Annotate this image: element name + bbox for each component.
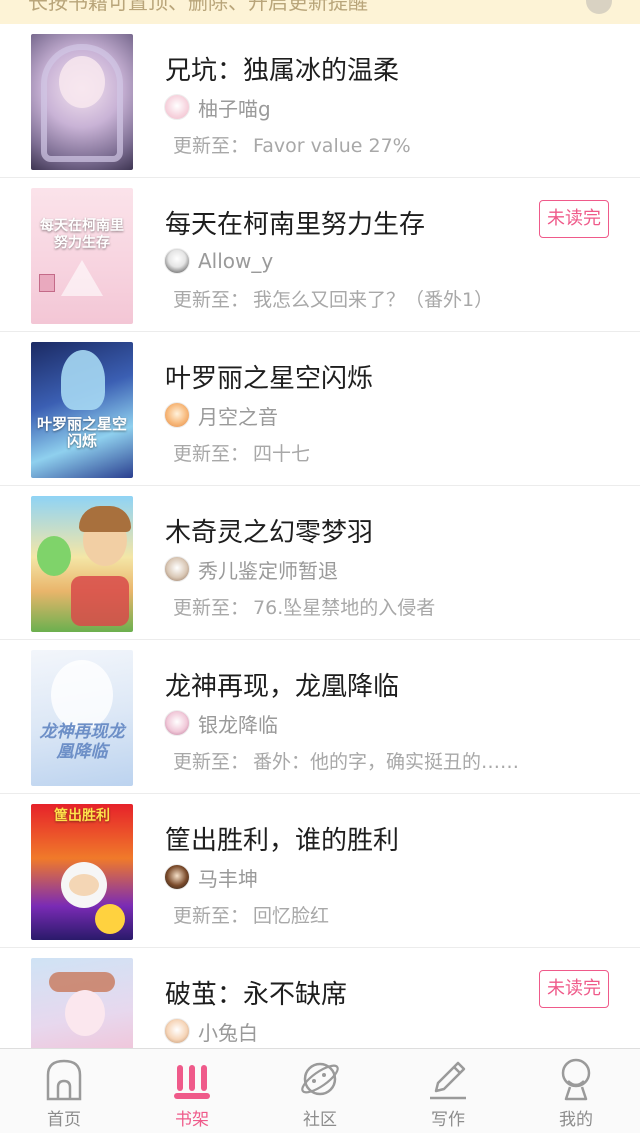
avatar bbox=[164, 710, 190, 736]
book-cover: 龙神再现龙凰降临 bbox=[31, 650, 133, 786]
book-item[interactable]: 兄坑：独属冰的温柔 柚子喵g 更新至： Favor value 27% bbox=[0, 24, 640, 178]
cover-text: 筐出胜利 bbox=[54, 808, 110, 824]
book-cover bbox=[31, 34, 133, 170]
tab-home[interactable]: 首页 bbox=[0, 1049, 128, 1133]
author-name: 秀儿鉴定师暂退 bbox=[198, 558, 338, 583]
update-chapter: 回忆脸红 bbox=[253, 905, 330, 927]
avatar bbox=[164, 864, 190, 890]
book-title: 每天在柯南里努力生存 bbox=[165, 210, 426, 240]
author-row[interactable]: Allow_y bbox=[164, 248, 273, 274]
book-item[interactable]: 筐出胜利 筐出胜利，谁的胜利 马丰坤 更新至： 回忆脸红 bbox=[0, 794, 640, 948]
avatar bbox=[164, 94, 190, 120]
update-prefix: 更新至： bbox=[173, 597, 250, 619]
author-row[interactable]: 月空之音 bbox=[164, 402, 278, 429]
author-name: 银龙降临 bbox=[198, 712, 278, 737]
unread-badge: 未读完 bbox=[539, 970, 609, 1008]
book-cover: 每天在柯南里努力生存 bbox=[31, 188, 133, 324]
bookshelf-icon bbox=[174, 1065, 210, 1099]
book-item[interactable]: 龙神再现龙凰降临 龙神再现，龙凰降临 银龙降临 更新至： 番外：他的字，确实挺丑的… bbox=[0, 640, 640, 794]
avatar bbox=[164, 402, 190, 428]
author-row[interactable]: 秀儿鉴定师暂退 bbox=[164, 556, 338, 583]
unread-badge: 未读完 bbox=[539, 200, 609, 238]
book-title: 木奇灵之幻零梦羽 bbox=[165, 518, 374, 548]
author-name: 马丰坤 bbox=[198, 866, 258, 891]
avatar bbox=[164, 1018, 190, 1044]
latest-update: 更新至： 四十七 bbox=[173, 439, 310, 466]
update-prefix: 更新至： bbox=[173, 751, 250, 773]
update-chapter: 76.坠星禁地的入侵者 bbox=[253, 597, 436, 619]
bookshelf-list: 兄坑：独属冰的温柔 柚子喵g 更新至： Favor value 27% 每天在柯南… bbox=[0, 24, 640, 1048]
update-chapter: 四十七 bbox=[253, 443, 311, 465]
tab-bookshelf[interactable]: 书架 bbox=[128, 1049, 256, 1133]
pen-icon bbox=[430, 1061, 466, 1100]
author-row[interactable]: 银龙降临 bbox=[164, 710, 278, 737]
book-title: 叶罗丽之星空闪烁 bbox=[165, 364, 374, 394]
cover-text: 龙神再现龙凰降临 bbox=[39, 722, 125, 762]
author-name: 柚子喵g bbox=[198, 96, 271, 121]
book-title: 兄坑：独属冰的温柔 bbox=[165, 56, 400, 86]
profile-icon bbox=[561, 1058, 591, 1101]
latest-update: 更新至： 76.坠星禁地的入侵者 bbox=[173, 593, 435, 620]
update-prefix: 更新至： bbox=[173, 443, 250, 465]
latest-update: 更新至： 回忆脸红 bbox=[173, 901, 329, 928]
planet-icon bbox=[301, 1062, 339, 1096]
tab-label: 首页 bbox=[47, 1110, 81, 1130]
latest-update: 更新至： 我怎么又回来了？（番外1） bbox=[173, 285, 493, 312]
book-cover bbox=[31, 496, 133, 632]
avatar bbox=[164, 556, 190, 582]
author-name: 小兔白 bbox=[198, 1020, 258, 1045]
latest-update: 更新至： Favor value 27% bbox=[173, 131, 411, 158]
author-row[interactable]: 小兔白 bbox=[164, 1018, 258, 1045]
update-chapter: 番外：他的字，确实挺丑的…… bbox=[253, 751, 520, 773]
update-prefix: 更新至： bbox=[173, 135, 250, 157]
cover-text: 每天在柯南里努力生存 bbox=[40, 218, 124, 251]
tab-community[interactable]: 社区 bbox=[256, 1049, 384, 1133]
update-prefix: 更新至： bbox=[173, 905, 250, 927]
cover-text: 叶罗丽之星空闪烁 bbox=[37, 415, 128, 450]
book-title: 筐出胜利，谁的胜利 bbox=[165, 826, 400, 856]
tab-label: 书架 bbox=[175, 1110, 209, 1130]
author-row[interactable]: 柚子喵g bbox=[164, 94, 271, 121]
author-name: Allow_y bbox=[198, 249, 274, 273]
tip-text: 长按书籍可置顶、删除、开启更新提醒 bbox=[28, 0, 368, 14]
tab-write[interactable]: 写作 bbox=[384, 1049, 512, 1133]
bottom-tab-bar: 首页 书架 社区 写作 我的 bbox=[0, 1048, 640, 1133]
close-icon[interactable] bbox=[586, 0, 612, 14]
avatar bbox=[164, 248, 190, 274]
tab-label: 社区 bbox=[303, 1110, 337, 1130]
tab-profile[interactable]: 我的 bbox=[512, 1049, 640, 1133]
book-cover: 筐出胜利 bbox=[31, 804, 133, 940]
home-icon bbox=[46, 1059, 82, 1101]
book-item[interactable]: 每天在柯南里努力生存 每天在柯南里努力生存 未读完 Allow_y 更新至： 我怎… bbox=[0, 178, 640, 332]
update-chapter: Favor value 27% bbox=[253, 135, 411, 157]
book-cover: 叶罗丽之星空闪烁 bbox=[31, 342, 133, 478]
tab-label: 我的 bbox=[559, 1110, 593, 1130]
update-chapter: 我怎么又回来了？（番外1） bbox=[253, 289, 494, 311]
update-prefix: 更新至： bbox=[173, 289, 250, 311]
book-cover bbox=[31, 958, 133, 1048]
author-row[interactable]: 马丰坤 bbox=[164, 864, 258, 891]
tip-banner: 长按书籍可置顶、删除、开启更新提醒 bbox=[0, 0, 640, 24]
latest-update: 更新至： 番外：他的字，确实挺丑的…… bbox=[173, 747, 519, 774]
book-title: 破茧：永不缺席 bbox=[165, 980, 348, 1010]
book-item[interactable]: 叶罗丽之星空闪烁 叶罗丽之星空闪烁 月空之音 更新至： 四十七 bbox=[0, 332, 640, 486]
book-item[interactable]: 木奇灵之幻零梦羽 秀儿鉴定师暂退 更新至： 76.坠星禁地的入侵者 bbox=[0, 486, 640, 640]
tab-label: 写作 bbox=[431, 1110, 465, 1130]
book-item[interactable]: 破茧：永不缺席 未读完 小兔白 bbox=[0, 948, 640, 1048]
book-title: 龙神再现，龙凰降临 bbox=[165, 672, 400, 702]
author-name: 月空之音 bbox=[198, 404, 278, 429]
